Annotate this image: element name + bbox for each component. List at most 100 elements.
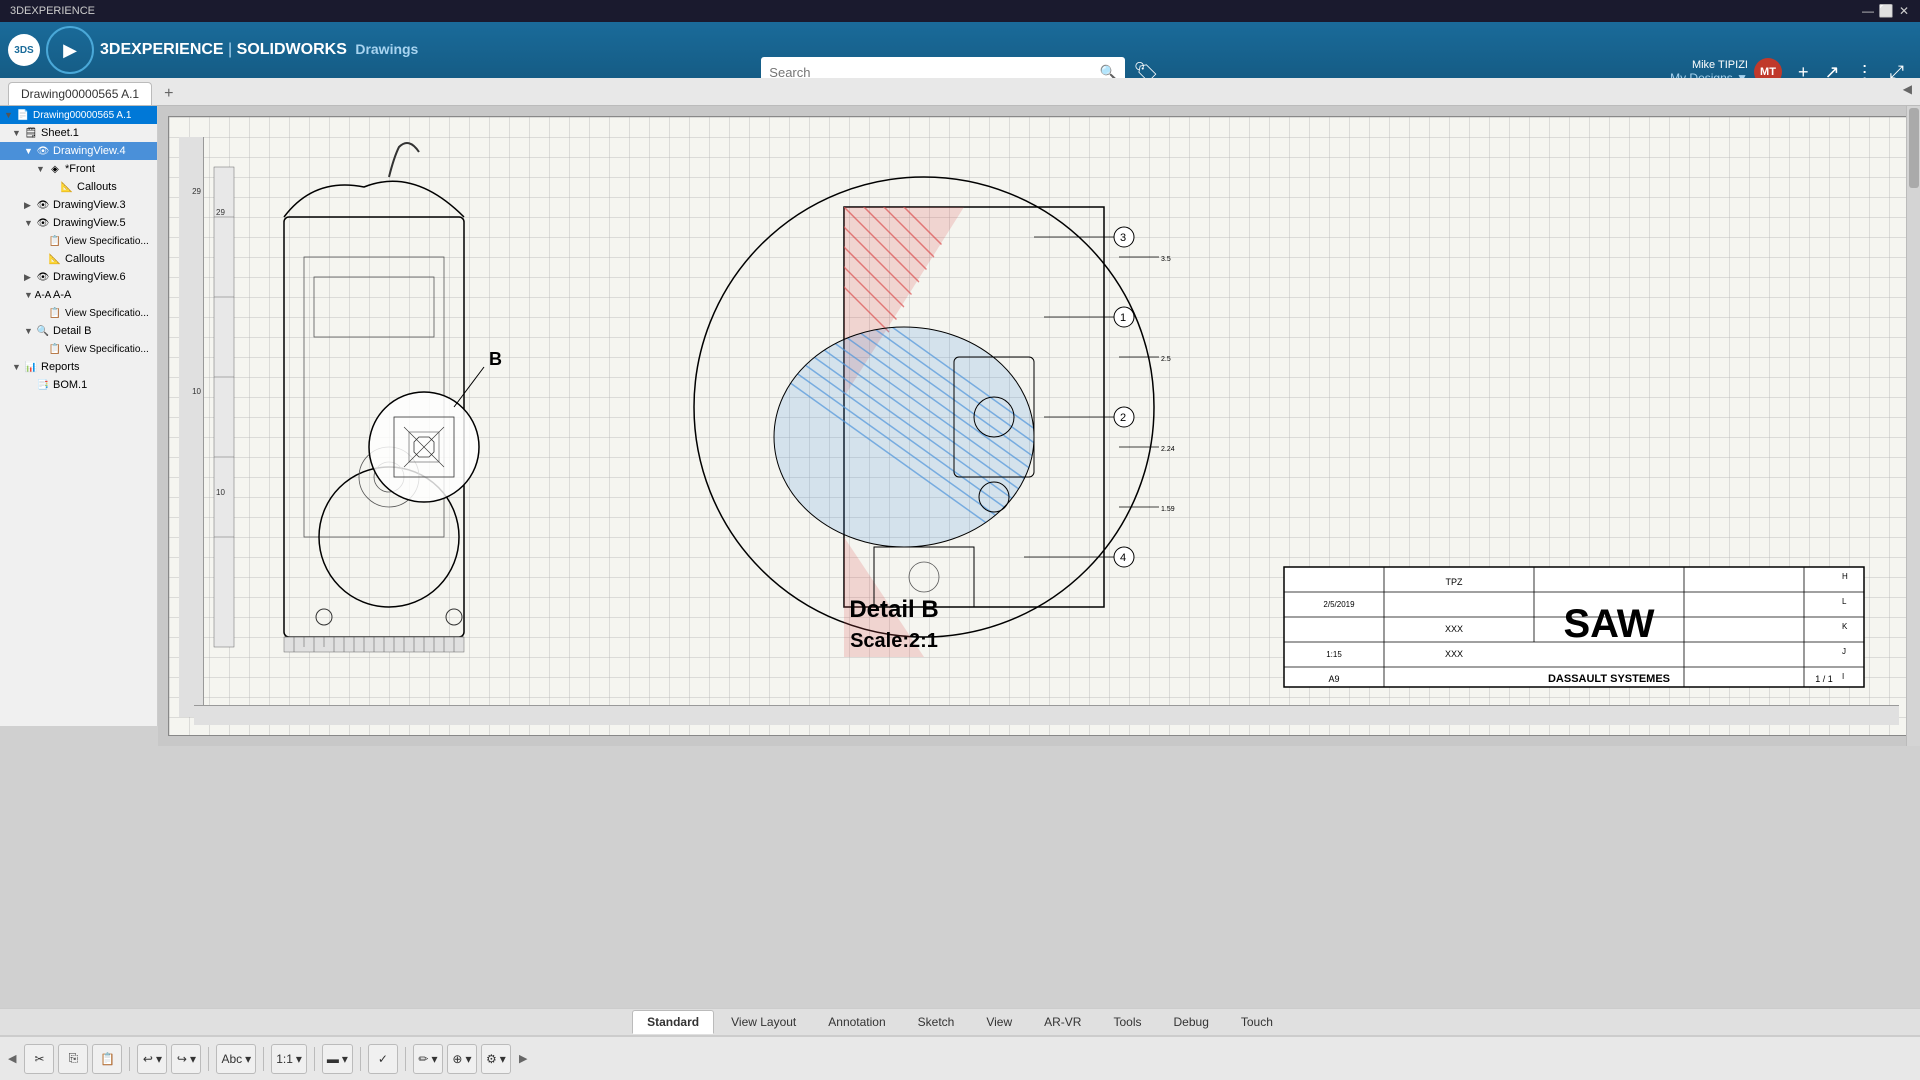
tab-sketch[interactable]: Sketch <box>903 1010 970 1034</box>
tree-item-aa[interactable]: ▼ A-A A-A <box>0 286 157 304</box>
text-dropdown[interactable]: ▾ <box>245 1052 251 1066</box>
toolbar-expand-right[interactable]: ▶ <box>519 1052 527 1065</box>
tab-standard[interactable]: Standard <box>632 1010 714 1034</box>
right-view: 3 1 2 4 3.5 2.5 <box>684 177 1214 657</box>
tree-label: Callouts <box>65 253 105 265</box>
svg-text:2.24: 2.24 <box>1161 446 1175 453</box>
tree-item-reports[interactable]: ▼ 📊 Reports <box>0 358 157 376</box>
rect-button[interactable]: ▬ ▾ <box>322 1044 353 1074</box>
svg-text:H: H <box>1842 572 1848 581</box>
add-point-dropdown[interactable]: ▾ <box>465 1052 471 1066</box>
view-icon: 👁 <box>36 144 50 158</box>
tree-item-drawingview5[interactable]: ▼ 👁 DrawingView.5 <box>0 214 157 232</box>
ruler-bottom <box>194 705 1899 725</box>
add-point-button[interactable]: ⊕ ▾ <box>447 1044 477 1074</box>
svg-text:1 / 1: 1 / 1 <box>1815 674 1833 684</box>
tree-item-root[interactable]: ▼ 📄 Drawing00000565 A.1 <box>0 106 157 124</box>
text-button[interactable]: Abc ▾ <box>216 1044 256 1074</box>
tree-label: DrawingView.4 <box>53 145 126 157</box>
tree-label: Sheet.1 <box>41 127 79 139</box>
tree-label: Drawing00000565 A.1 <box>33 110 131 121</box>
tree-item-viewspec2[interactable]: 📋 View Specificatio... <box>0 304 157 322</box>
zoom-icon: 1:1 <box>276 1052 293 1066</box>
bottom-tab-bar: Standard View Layout Annotation Sketch V… <box>0 1008 1920 1036</box>
spec-icon: 📋 <box>48 306 62 320</box>
minimize-button[interactable]: — <box>1862 5 1874 17</box>
tab-tools[interactable]: Tools <box>1098 1010 1156 1034</box>
tabbar: Drawing00000565 A.1 + ◀ <box>0 78 1920 106</box>
app-logo[interactable]: 3DS <box>8 34 40 66</box>
tab-annotation[interactable]: Annotation <box>813 1010 900 1034</box>
logo-area: 3DS ▶ 3DEXPERIENCE | SOLIDWORKS Drawings <box>8 26 418 74</box>
tree-item-viewspec3[interactable]: 📋 View Specificatio... <box>0 340 157 358</box>
tree-label: View Specificatio... <box>65 236 149 247</box>
main-toolbar: 3DS ▶ 3DEXPERIENCE | SOLIDWORKS Drawings… <box>0 22 1920 78</box>
tree-item-drawingview6[interactable]: ▶ 👁 DrawingView.6 <box>0 268 157 286</box>
toolbar-expand-left[interactable]: ◀ <box>8 1052 16 1065</box>
zoom-dropdown[interactable]: ▾ <box>296 1052 302 1066</box>
bom-icon: 📑 <box>36 378 50 392</box>
tab-ar-vr[interactable]: AR-VR <box>1029 1010 1096 1034</box>
callout-icon: 📐 <box>60 180 74 194</box>
rect-dropdown[interactable]: ▾ <box>342 1052 348 1066</box>
tree-item-front[interactable]: ▼ ◈ *Front <box>0 160 157 178</box>
active-tab[interactable]: Drawing00000565 A.1 <box>8 82 152 105</box>
redo-button[interactable]: ↪ ▾ <box>171 1044 201 1074</box>
doc-icon: 📄 <box>16 108 30 122</box>
settings-button[interactable]: ⚙ ▾ <box>481 1044 511 1074</box>
settings-dropdown[interactable]: ▾ <box>500 1052 506 1066</box>
add-tab-button[interactable]: + <box>156 83 181 105</box>
svg-text:2/5/2019: 2/5/2019 <box>1323 600 1355 609</box>
separator <box>208 1047 209 1071</box>
confirm-button[interactable]: ✓ <box>368 1044 398 1074</box>
svg-text:SAW: SAW <box>1563 602 1654 646</box>
spec-icon: 📋 <box>48 234 62 248</box>
vertical-scrollbar[interactable] <box>1906 106 1920 746</box>
undo-button[interactable]: ↩ ▾ <box>137 1044 167 1074</box>
add-point-icon: ⊕ <box>452 1052 462 1066</box>
redo-dropdown[interactable]: ▾ <box>190 1052 196 1066</box>
draw-dropdown[interactable]: ▾ <box>431 1052 437 1066</box>
tree-item-drawingview4[interactable]: ▼ 👁 DrawingView.4 <box>0 142 157 160</box>
title-block: TPZ 2/5/2019 SAW XXX XXX DASSAULT SYSTEM… <box>1284 567 1864 687</box>
user-name: Mike TIPIZI <box>1670 59 1748 71</box>
svg-text:J: J <box>1842 647 1846 656</box>
zoom-button[interactable]: 1:1 ▾ <box>271 1044 307 1074</box>
restore-button[interactable]: ⬜ <box>1880 5 1892 17</box>
brand-label: 3D <box>100 41 120 58</box>
tree-item-detailb[interactable]: ▼ 🔍 Detail B <box>0 322 157 340</box>
redo-icon: ↪ <box>177 1052 187 1066</box>
play-button[interactable]: ▶ <box>46 26 94 74</box>
svg-text:1:15: 1:15 <box>1326 650 1342 659</box>
drawing-canvas[interactable]: 29 10 <box>158 106 1920 746</box>
tab-debug[interactable]: Debug <box>1159 1010 1224 1034</box>
tab-view[interactable]: View <box>971 1010 1027 1034</box>
tree-item-drawingview3[interactable]: ▶ 👁 DrawingView.3 <box>0 196 157 214</box>
cut-button[interactable]: ✂ <box>24 1044 54 1074</box>
close-button[interactable]: ✕ <box>1898 5 1910 17</box>
product-label: SOLIDWORKS <box>237 41 347 58</box>
drawing-sheet: 29 10 <box>168 116 1910 736</box>
tree-item-callouts1[interactable]: 📐 Callouts <box>0 178 157 196</box>
tree-item-sheet1[interactable]: ▼ 🗒 Sheet.1 <box>0 124 157 142</box>
svg-text:4: 4 <box>1120 552 1126 564</box>
callout-icon: 📐 <box>48 252 62 266</box>
tree-label: Reports <box>41 361 80 373</box>
file-tree-sidebar: ▼ 📄 Drawing00000565 A.1 ▼ 🗒 Sheet.1 ▼ 👁 … <box>0 106 158 726</box>
copy-icon: ⎘ <box>69 1051 79 1066</box>
vscroll-thumb[interactable] <box>1909 108 1919 188</box>
tree-item-callouts2[interactable]: 📐 Callouts <box>0 250 157 268</box>
paste-button[interactable]: 📋 <box>92 1044 122 1074</box>
undo-dropdown[interactable]: ▾ <box>156 1052 162 1066</box>
copy-button[interactable]: ⎘ <box>58 1044 88 1074</box>
collapse-sidebar-button[interactable]: ◀ <box>1903 82 1912 96</box>
svg-text:1.59: 1.59 <box>1161 506 1175 513</box>
experience-label: EXPERIENCE <box>120 41 223 58</box>
tab-touch[interactable]: Touch <box>1226 1010 1288 1034</box>
detail-icon: 🔍 <box>36 324 50 338</box>
tab-view-layout[interactable]: View Layout <box>716 1010 811 1034</box>
confirm-icon: ✓ <box>378 1052 388 1066</box>
tree-item-bom1[interactable]: 📑 BOM.1 <box>0 376 157 394</box>
tree-item-viewspec1[interactable]: 📋 View Specificatio... <box>0 232 157 250</box>
draw-button[interactable]: ✏ ▾ <box>413 1044 443 1074</box>
